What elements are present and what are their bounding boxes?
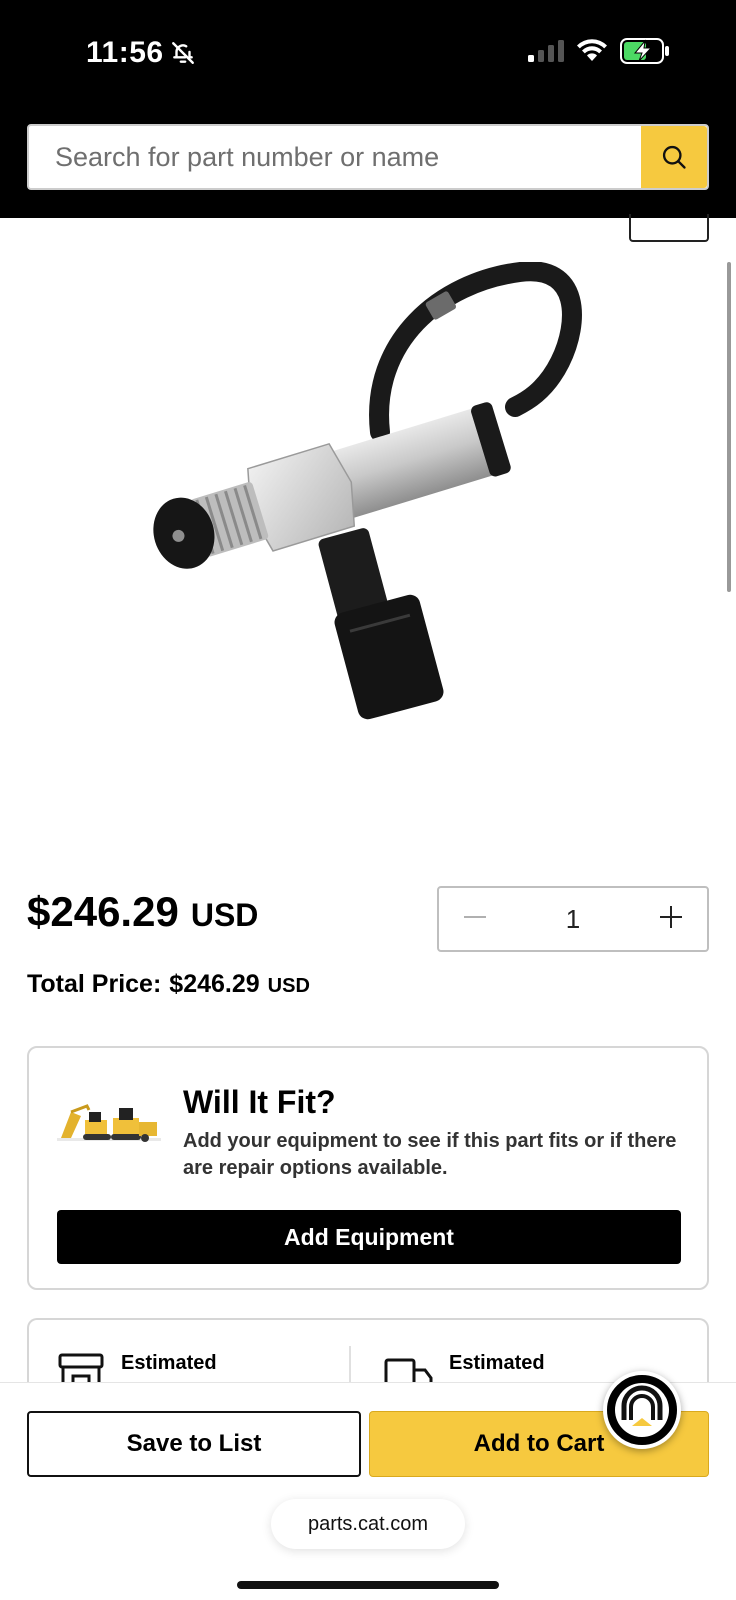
increase-quantity-button[interactable] <box>653 902 689 936</box>
decrease-quantity-button[interactable] <box>457 902 493 936</box>
search-button[interactable] <box>641 126 707 188</box>
battery-charging-icon <box>620 38 669 64</box>
will-it-fit-title: Will It Fit? <box>183 1084 336 1120</box>
will-it-fit-card: Will It Fit? Add your equipment to see i… <box>27 1046 709 1290</box>
home-indicator[interactable] <box>237 1581 499 1589</box>
chat-button[interactable] <box>603 1371 681 1449</box>
wifi-icon <box>577 39 607 61</box>
search-icon <box>662 145 686 169</box>
cellular-signal-icon <box>528 40 564 62</box>
minus-icon <box>464 916 486 918</box>
price-currency: USD <box>190 897 259 933</box>
image-scrollbar[interactable] <box>727 262 731 592</box>
status-time: 11:56 <box>86 36 196 70</box>
save-to-list-button[interactable]: Save to List <box>27 1411 361 1477</box>
bottom-action-bar: Save to List Add to Cart parts.cat.com <box>0 1371 736 1600</box>
quantity-value[interactable]: 1 <box>566 904 580 935</box>
search-bar <box>27 124 709 190</box>
equipment-illustration <box>57 1104 161 1142</box>
total-label: Total Price: <box>27 970 162 998</box>
total-currency: USD <box>267 975 310 997</box>
search-input[interactable] <box>29 126 641 188</box>
quantity-stepper: 1 <box>437 886 709 952</box>
bell-slash-icon <box>171 42 194 64</box>
will-it-fit-description: Add your equipment to see if this part f… <box>183 1130 677 1179</box>
status-time-text: 11:56 <box>86 36 164 69</box>
app-header: 11:56 <box>0 0 736 218</box>
product-image <box>153 262 582 720</box>
estimated-delivery-label: Estimated <box>449 1352 545 1374</box>
total-price: Total Price: $246.29 USD <box>27 970 310 999</box>
add-equipment-button[interactable]: Add Equipment <box>57 1210 681 1264</box>
status-icons <box>528 38 670 64</box>
gallery-toggle-button[interactable] <box>629 214 709 242</box>
estimated-pickup-label: Estimated <box>121 1352 217 1374</box>
product-price: $246.29 USD <box>27 888 258 936</box>
price-value: $246.29 <box>27 888 179 935</box>
browser-url[interactable]: parts.cat.com <box>271 1499 465 1549</box>
cat-chat-logo-icon <box>615 1383 669 1437</box>
total-value: $246.29 <box>169 970 260 998</box>
plus-icon <box>660 906 682 928</box>
